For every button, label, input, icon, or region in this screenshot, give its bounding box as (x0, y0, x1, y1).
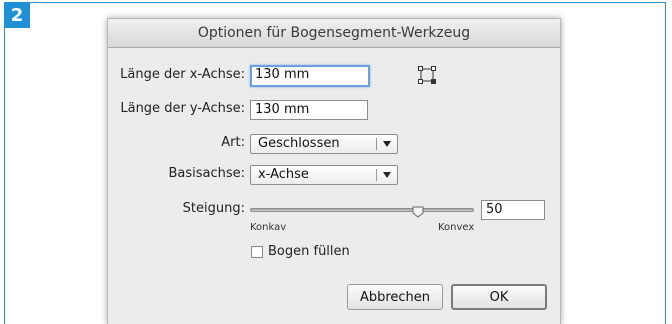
slope-label: Steigung: (182, 201, 245, 216)
arc-tool-options-dialog: Optionen für Bogensegment-Werkzeug Länge… (107, 18, 561, 324)
base-axis-select-value: x-Achse (258, 167, 309, 182)
ok-button[interactable]: OK (451, 284, 547, 310)
type-select-value: Geschlossen (258, 136, 340, 151)
cancel-button[interactable]: Abbrechen (347, 284, 443, 310)
y-axis-length-label: Länge der y-Achse: (120, 101, 245, 116)
fill-arc-checkbox[interactable] (251, 246, 263, 258)
slope-slider-thumb[interactable] (412, 203, 424, 218)
slope-max-label: Konvex (438, 222, 475, 233)
chevron-down-icon (383, 141, 391, 147)
dialog-title: Optionen für Bogensegment-Werkzeug (197, 25, 471, 41)
type-label: Art: (221, 135, 245, 150)
chevron-down-icon (383, 172, 391, 178)
slope-slider-track[interactable] (250, 208, 474, 212)
slope-min-label: Konkav (250, 222, 287, 233)
select-divider (376, 138, 377, 150)
x-axis-length-label: Länge der x-Achse: (120, 67, 245, 82)
select-divider (376, 169, 377, 181)
x-axis-length-input[interactable]: 130 mm (250, 65, 370, 87)
slope-value-input[interactable]: 50 (481, 200, 545, 220)
base-axis-label: Basisachse: (168, 166, 245, 181)
dialog-titlebar[interactable]: Optionen für Bogensegment-Werkzeug (108, 19, 560, 48)
y-axis-length-input[interactable]: 130 mm (250, 100, 368, 120)
step-number-badge: 2 (4, 2, 30, 28)
fill-arc-label: Bogen füllen (268, 244, 350, 259)
origin-point-locator-icon[interactable] (418, 66, 436, 84)
base-axis-select[interactable]: x-Achse (250, 165, 398, 185)
type-select[interactable]: Geschlossen (250, 134, 398, 154)
